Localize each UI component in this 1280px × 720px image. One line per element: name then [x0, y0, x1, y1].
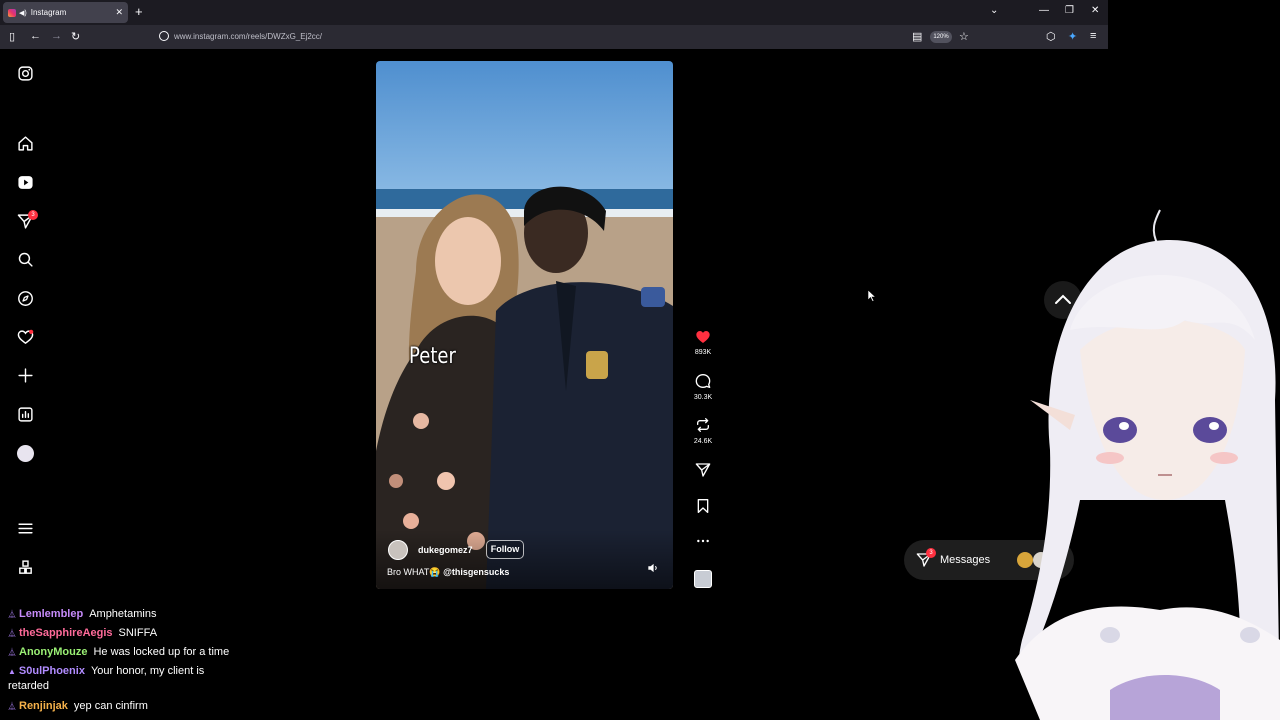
extensions-icon[interactable]: ⬡ [1046, 30, 1056, 43]
chat-message: ⏅ theSapphireAegis SNIFFA [8, 626, 248, 641]
instagram-favicon-icon [8, 8, 16, 17]
navigation-bar: ▯ ← → ↻ www.instagram.com/reels/DWZxG_Ej… [0, 25, 1108, 49]
reel-author-username[interactable]: dukegomez7 [418, 545, 473, 555]
chat-message: ⏅ AnonyMouze He was locked up for a time [8, 645, 248, 660]
dashboard-icon[interactable] [17, 406, 34, 423]
reel-actions: 893K 30.3K 24.6K [690, 49, 716, 601]
tab-instagram[interactable]: ◀) Instagram ✕ [3, 2, 128, 23]
minimize-button[interactable]: — [1039, 5, 1049, 16]
reel-video-frame [376, 186, 673, 589]
notifications-icon[interactable] [17, 329, 34, 346]
close-window-button[interactable]: ✕ [1091, 5, 1099, 16]
reels-icon[interactable] [17, 174, 34, 191]
close-tab-icon[interactable]: ✕ [115, 7, 123, 18]
url-text: www.instagram.com/reels/DWZxG_Ej2cc/ [174, 32, 323, 41]
instagram-logo-icon[interactable] [17, 65, 34, 82]
chat-badge-icon: ⏅ [8, 629, 16, 638]
chat-username[interactable]: AnonyMouze [19, 646, 87, 658]
chat-username[interactable]: theSapphireAegis [19, 627, 113, 639]
messages-badge: 3 [926, 548, 936, 558]
repost-icon[interactable] [695, 417, 711, 433]
follow-button[interactable]: Follow [486, 540, 524, 559]
speaker-icon[interactable]: ◀) [19, 9, 27, 17]
caption-text: Bro WHAT😭 [387, 567, 441, 577]
chat-badge-icon: ▲ [8, 667, 16, 676]
extension-icon[interactable]: ✦ [1068, 30, 1077, 43]
repost-count: 24.6K [693, 438, 713, 445]
chat-message: ⏅ Lemlemblep Amphetamins [8, 607, 248, 622]
explore-icon[interactable] [17, 290, 34, 307]
instagram-page: 3 Peter dukegomez7 Follow Bro WHAT😭 @thi… [0, 49, 1108, 601]
menu-icon[interactable] [17, 520, 34, 537]
messages-label: Messages [940, 554, 991, 566]
save-bookmark-icon[interactable] [695, 498, 711, 514]
like-heart-icon[interactable] [695, 329, 711, 345]
more-apps-icon[interactable] [17, 559, 34, 576]
vtuber-avatar [1015, 209, 1280, 720]
reel-video[interactable]: Peter dukegomez7 Follow Bro WHAT😭 @thisg… [376, 61, 673, 589]
share-icon[interactable] [695, 462, 711, 478]
chat-text: Amphetamins [89, 608, 157, 620]
new-tab-button[interactable]: + [135, 4, 143, 19]
reader-view-icon[interactable]: ▤ [912, 30, 922, 43]
create-icon[interactable] [17, 367, 34, 384]
chat-message: ▲ S0ulPhoenix Your honor, my client is ret… [8, 664, 248, 694]
mouse-cursor-icon [868, 290, 876, 302]
reel-author-avatar[interactable] [388, 540, 408, 560]
like-count: 893K [694, 349, 712, 356]
tab-title: Instagram [30, 8, 67, 17]
stream-chat: ⏅ Lemlemblep Amphetamins ⏅ theSapphireAegis… [0, 601, 1060, 720]
chat-text: He was locked up for a time [93, 646, 230, 658]
tab-bar: ◀) Instagram ✕ + ⌄ — ❐ ✕ [0, 0, 1108, 25]
chat-text: SNIFFA [118, 627, 158, 639]
reel-overlay-text: Peter [409, 344, 456, 369]
back-button[interactable]: ← [30, 30, 41, 42]
more-options-icon[interactable] [695, 533, 711, 549]
browser-window: ◀) Instagram ✕ + ⌄ — ❐ ✕ ▯ ← → ↻ www.ins… [0, 0, 1108, 601]
reel-caption: Bro WHAT😭 @thisgensucks [387, 567, 509, 578]
caption-gradient [376, 529, 673, 589]
chat-badge-icon: ⏅ [8, 610, 16, 619]
comment-icon[interactable] [695, 373, 711, 389]
caption-mention-link[interactable]: @thisgensucks [443, 567, 509, 577]
restore-button[interactable]: ❐ [1065, 5, 1074, 16]
app-menu-icon[interactable]: ≡ [1090, 30, 1096, 42]
chat-username[interactable]: Renjinjak [19, 700, 68, 712]
forward-button[interactable]: → [51, 30, 62, 42]
original-audio-thumbnail[interactable] [694, 570, 712, 588]
sound-icon[interactable] [646, 561, 660, 575]
profile-avatar[interactable] [17, 445, 34, 462]
address-bar[interactable]: www.instagram.com/reels/DWZxG_Ej2cc/ [156, 27, 976, 47]
chat-badge-icon: ⏅ [8, 648, 16, 657]
sidebar: 3 [0, 49, 50, 601]
home-icon[interactable] [17, 135, 34, 152]
search-icon[interactable] [17, 251, 34, 268]
reload-button[interactable]: ↻ [71, 30, 80, 43]
chat-text: yep can cinfirm [73, 700, 148, 712]
notifications-badge: 3 [28, 210, 38, 220]
tab-list-icon[interactable]: ⌄ [990, 5, 998, 16]
site-info-icon[interactable] [159, 31, 169, 41]
comment-count: 30.3K [693, 394, 713, 401]
sidebar-toggle-icon[interactable]: ▯ [9, 30, 15, 43]
bookmark-star-icon[interactable]: ☆ [959, 30, 969, 43]
chat-badge-icon: ⏅ [8, 702, 16, 711]
chat-username[interactable]: S0ulPhoenix [19, 665, 85, 677]
chat-username[interactable]: Lemlemblep [19, 608, 83, 620]
zoom-indicator[interactable]: 120% [930, 31, 952, 43]
chat-message: ⏅ Renjinjak yep can cinfirm [8, 699, 248, 714]
screen: { "browser": { "tab_title": "Instagram",… [0, 0, 1280, 720]
